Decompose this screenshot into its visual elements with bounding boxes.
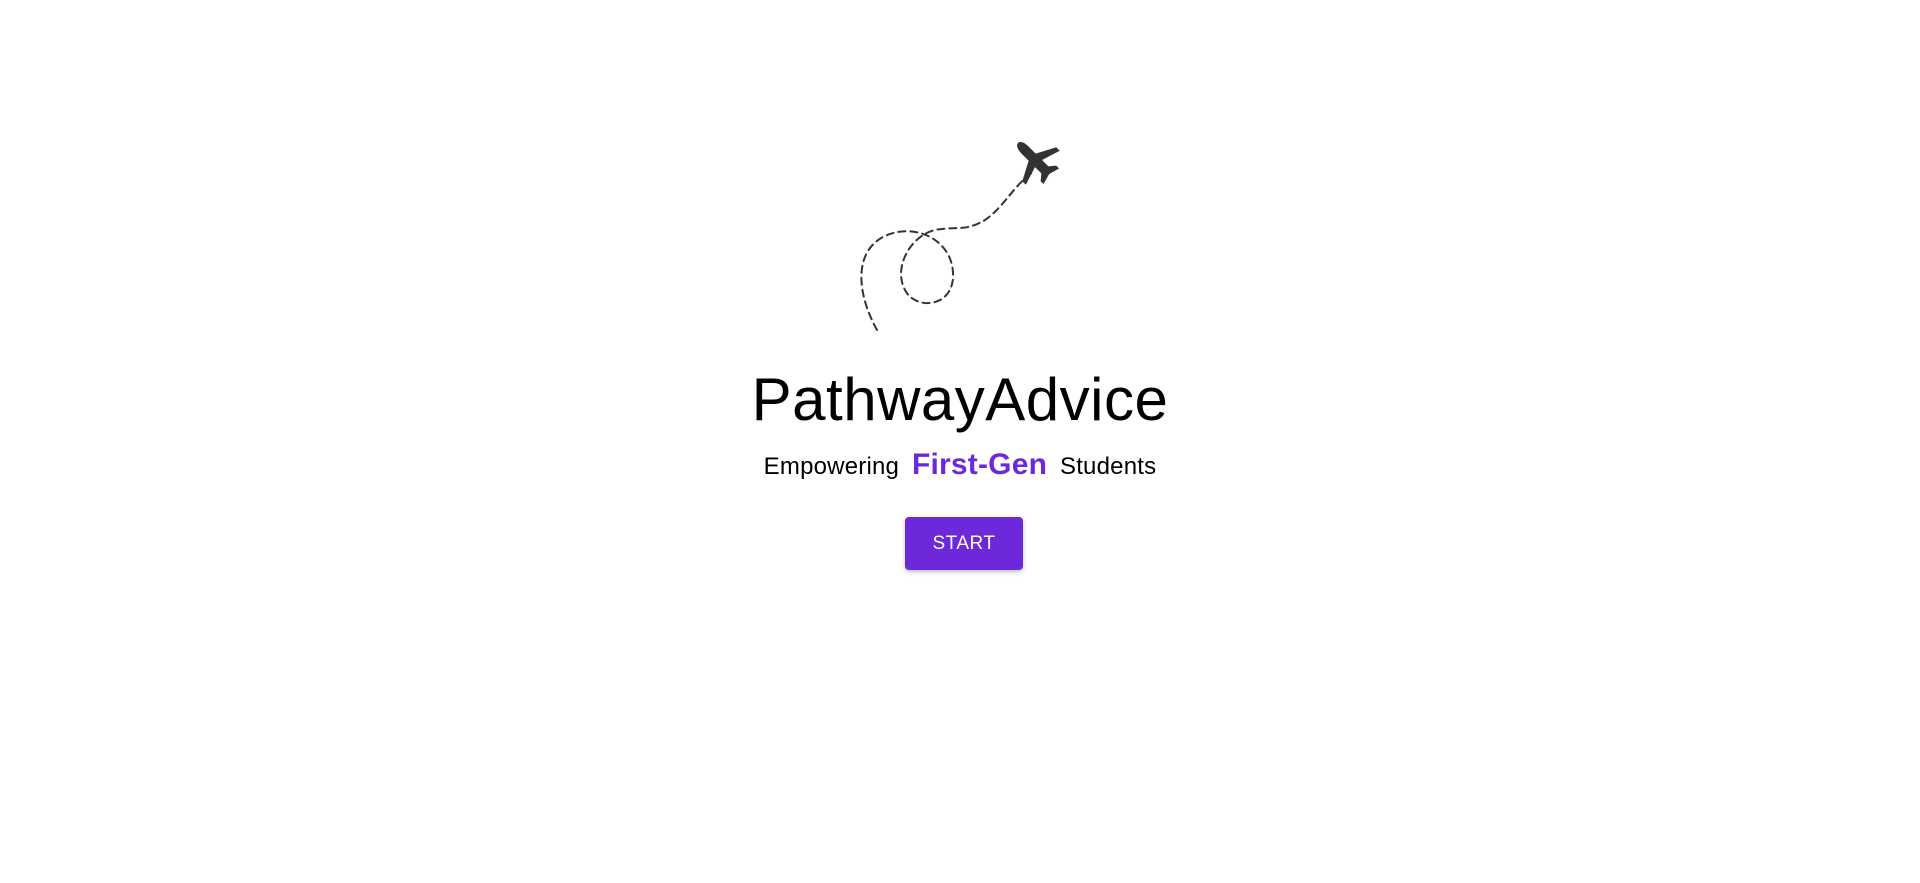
flight-illustration-svg	[860, 142, 1060, 331]
landing-hero: PathwayAdvice Empowering First-Gen Stude…	[0, 0, 1920, 883]
tagline-suffix: Students	[1059, 453, 1157, 480]
tagline: Empowering First-Gen Students	[0, 448, 1920, 484]
page-title: PathwayAdvice	[751, 366, 1169, 433]
dashed-flight-path	[860, 171, 1034, 331]
tagline-highlight: First-Gen	[911, 448, 1048, 481]
start-button[interactable]: START	[905, 517, 1023, 570]
airplane-icon	[1017, 142, 1060, 185]
flight-illustration	[855, 130, 1075, 340]
tagline-prefix: Empowering	[763, 453, 900, 480]
